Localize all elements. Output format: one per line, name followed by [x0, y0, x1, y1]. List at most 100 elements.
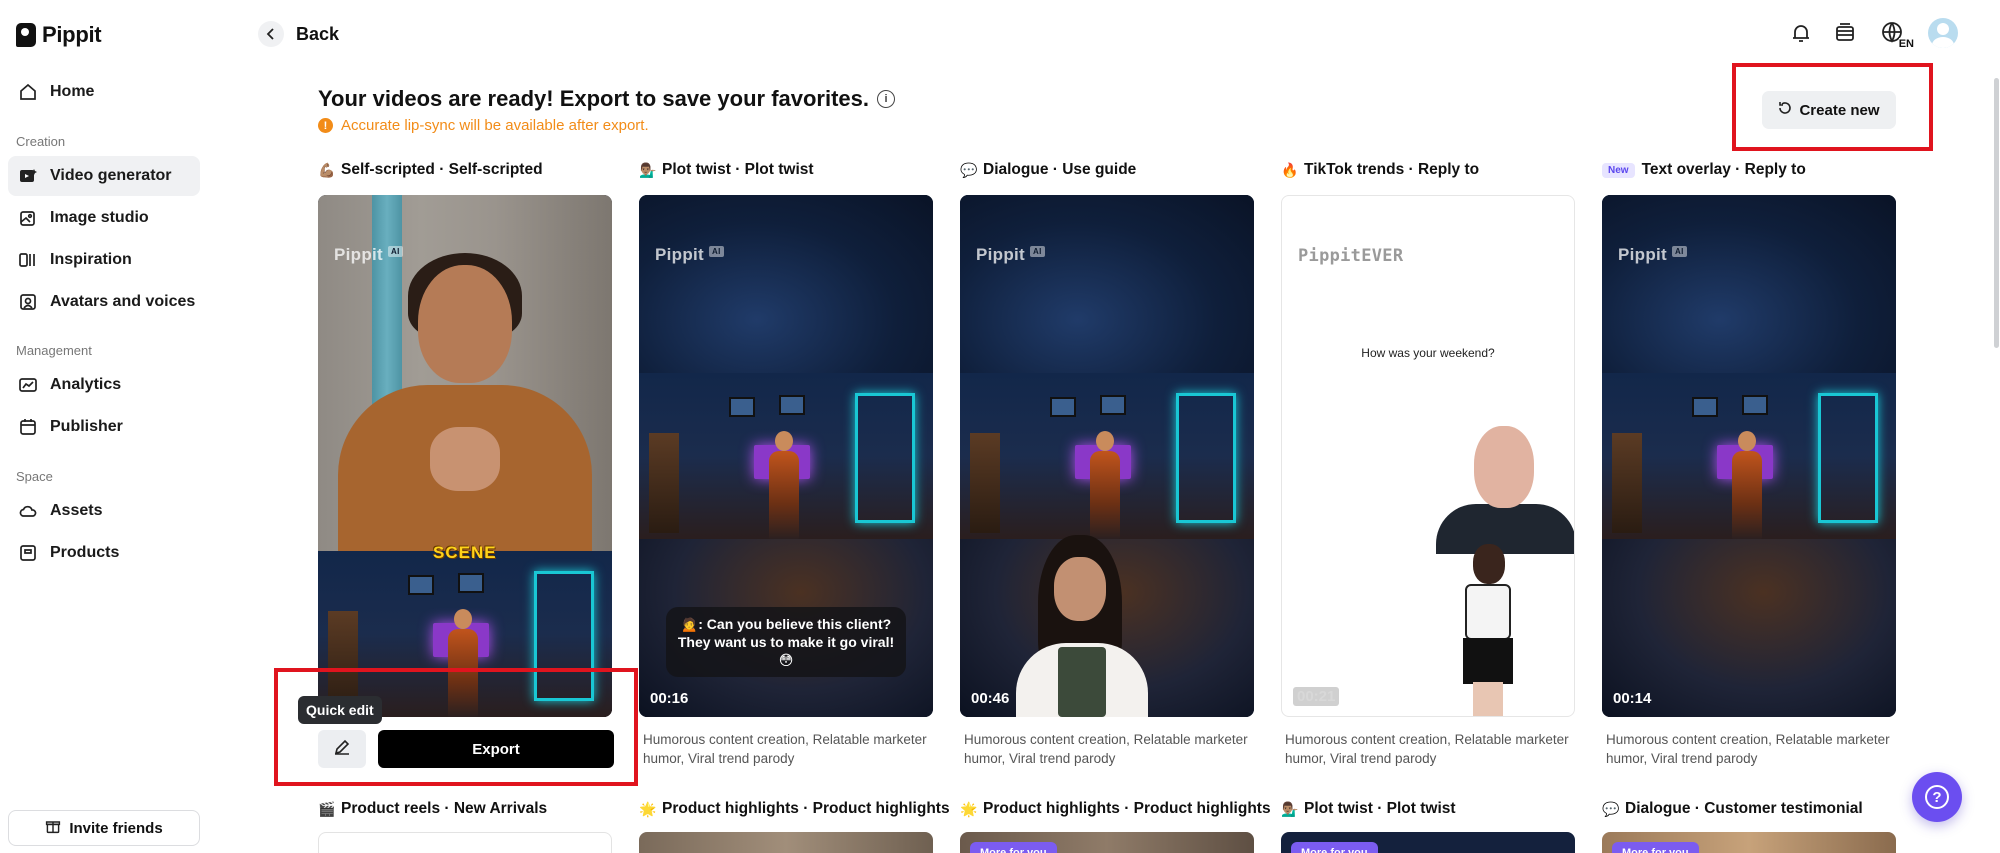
sidebar-item-label: Analytics: [50, 376, 122, 393]
card-title-text: Product reels · New Arrivals: [341, 800, 548, 817]
card-title: 💁🏽‍♂️ Plot twist · Plot twist: [1281, 800, 1456, 818]
more-for-you-chip: More for you: [970, 842, 1057, 853]
analytics-icon: [18, 375, 38, 395]
help-button[interactable]: ?: [1912, 772, 1962, 822]
language-code: EN: [1898, 38, 1914, 50]
watermark: Pippit AI: [655, 245, 724, 265]
sidebar-item-video-generator[interactable]: Video generator: [8, 156, 200, 196]
card-title: 🔥 TikTok trends · Reply to: [1281, 161, 1479, 179]
video-thumbnail[interactable]: [639, 832, 933, 853]
card-emoji: 🎬: [318, 800, 336, 817]
user-avatar[interactable]: [1928, 18, 1958, 48]
card-title: 💁🏽‍♂️ Plot twist · Plot twist: [639, 161, 814, 179]
avatar-presenter: [1008, 535, 1158, 717]
video-frame-bottom: [318, 551, 612, 717]
video-thumbnail-text-overlay[interactable]: Pippit AI 00:14: [1602, 195, 1896, 717]
video-thumbnail[interactable]: More for you: [1602, 832, 1896, 853]
inspiration-icon: [18, 250, 38, 270]
sidebar-item-inspiration[interactable]: Inspiration: [8, 240, 200, 280]
video-thumbnail-dialogue[interactable]: Pippit AI 00:46: [960, 195, 1254, 717]
sidebar-item-label: Assets: [50, 502, 103, 519]
page-scrollbar[interactable]: [1994, 78, 1999, 348]
card-title-text: Dialogue · Customer testimonial: [1625, 800, 1863, 817]
subscription-icon[interactable]: [1832, 20, 1858, 46]
sidebar-item-assets[interactable]: Assets: [8, 491, 200, 531]
sidebar-item-label: Publisher: [50, 418, 123, 435]
sidebar-item-products[interactable]: Products: [8, 533, 200, 573]
card-title: 🌟 Product highlights · Product highlight…: [960, 800, 1271, 818]
card-title-text: Plot twist · Plot twist: [662, 161, 814, 178]
card-tags: Humorous content creation, Relatable mar…: [964, 732, 1248, 766]
more-for-you-chip: More for you: [1291, 842, 1378, 853]
section-creation: Creation: [16, 134, 66, 149]
sidebar-item-home[interactable]: Home: [8, 72, 200, 112]
sidebar-item-analytics[interactable]: Analytics: [8, 365, 200, 405]
watermark: Pippit AI: [976, 245, 1045, 265]
sidebar-item-image-studio[interactable]: Image studio: [8, 198, 200, 238]
card-title-text: TikTok trends · Reply to: [1304, 161, 1480, 178]
card-title-text: Product highlights · Product highlights: [662, 800, 950, 817]
card-title-text: Dialogue · Use guide: [983, 161, 1137, 178]
section-management: Management: [16, 343, 92, 358]
sidebar-item-publisher[interactable]: Publisher: [8, 407, 200, 447]
gift-icon: [45, 818, 61, 838]
create-new-label: Create new: [1799, 101, 1880, 119]
sidebar: Pippit Home Creation Video generator Ima…: [0, 0, 212, 853]
warning-icon: !: [318, 118, 333, 133]
more-for-you-chip: More for you: [1612, 842, 1699, 853]
card-emoji: 💪🏽: [318, 161, 336, 178]
quick-edit-button[interactable]: [318, 730, 366, 768]
card-emoji: 💁🏽‍♂️: [1281, 800, 1299, 817]
watermark: PippitEVER: [1298, 246, 1404, 266]
card-title-text: Text overlay · Reply to: [1641, 161, 1806, 178]
sidebar-item-label: Image studio: [50, 209, 149, 226]
back-label: Back: [296, 23, 340, 44]
card-title-text: Product highlights · Product highlights: [983, 800, 1271, 817]
pippit-logo[interactable]: Pippit: [16, 20, 102, 50]
video-thumbnail-plot-twist[interactable]: Pippit AI 🙍: Can you believe this client…: [639, 195, 933, 717]
top-actions: EN: [1788, 18, 1958, 50]
quick-edit-tooltip: Quick edit: [298, 696, 382, 724]
card-tags: Humorous content creation, Relatable mar…: [1606, 732, 1890, 766]
avatar-woman: [1437, 544, 1537, 716]
cloud-icon: [18, 501, 38, 521]
question-text: How was your weekend?: [1361, 346, 1495, 360]
video-duration: 00:14: [1613, 690, 1652, 707]
video-thumbnail[interactable]: [318, 832, 612, 853]
avatar-voice-icon: [18, 292, 38, 312]
card-title: 🎬 Product reels · New Arrivals: [318, 800, 547, 818]
card-title: New Text overlay · Reply to: [1602, 161, 1806, 179]
sidebar-item-avatars-voices[interactable]: Avatars and voices: [8, 282, 200, 322]
app-name: Pippit: [42, 22, 102, 47]
video-thumbnail[interactable]: More for you: [960, 832, 1254, 853]
language-globe-icon[interactable]: EN: [1876, 20, 1914, 50]
pencil-icon: [333, 738, 351, 761]
new-badge: New: [1602, 162, 1635, 178]
card-tags: Humorous content creation, Relatable mar…: [1285, 732, 1569, 766]
video-thumbnail[interactable]: More for you: [1281, 832, 1575, 853]
bell-icon[interactable]: [1788, 20, 1814, 46]
watermark: Pippit AI: [334, 245, 403, 265]
card-title: 💬 Dialogue · Use guide: [960, 161, 1136, 179]
video-thumbnail-self-scripted[interactable]: Pippit AI SCENE: [318, 195, 612, 717]
refresh-icon: [1778, 101, 1792, 119]
page-title: Your videos are ready! Export to save yo…: [318, 86, 896, 112]
create-new-button[interactable]: Create new: [1762, 91, 1896, 129]
page-title-text: Your videos are ready! Export to save yo…: [318, 86, 870, 111]
video-thumbnail-tiktok-trends[interactable]: PippitEVER How was your weekend? 00:21: [1281, 195, 1575, 717]
card-title-text: Plot twist · Plot twist: [1304, 800, 1456, 817]
info-icon[interactable]: i: [877, 90, 896, 108]
card-emoji: 💁🏽‍♂️: [639, 161, 657, 178]
sidebar-item-label: Video generator: [50, 167, 172, 184]
back-button[interactable]: Back: [258, 21, 339, 47]
export-button[interactable]: Export: [378, 730, 614, 768]
section-space: Space: [16, 469, 53, 484]
lipsync-notice-text: Accurate lip-sync will be available afte…: [341, 117, 649, 134]
chevron-left-icon: [258, 21, 284, 47]
invite-friends-button[interactable]: Invite friends: [8, 810, 200, 846]
sidebar-item-label: Avatars and voices: [50, 293, 196, 310]
calendar-icon: [18, 417, 38, 437]
card-emoji: 💬: [960, 161, 978, 178]
card-emoji: 🌟: [639, 800, 657, 817]
card-tags: Humorous content creation, Relatable mar…: [643, 732, 927, 766]
